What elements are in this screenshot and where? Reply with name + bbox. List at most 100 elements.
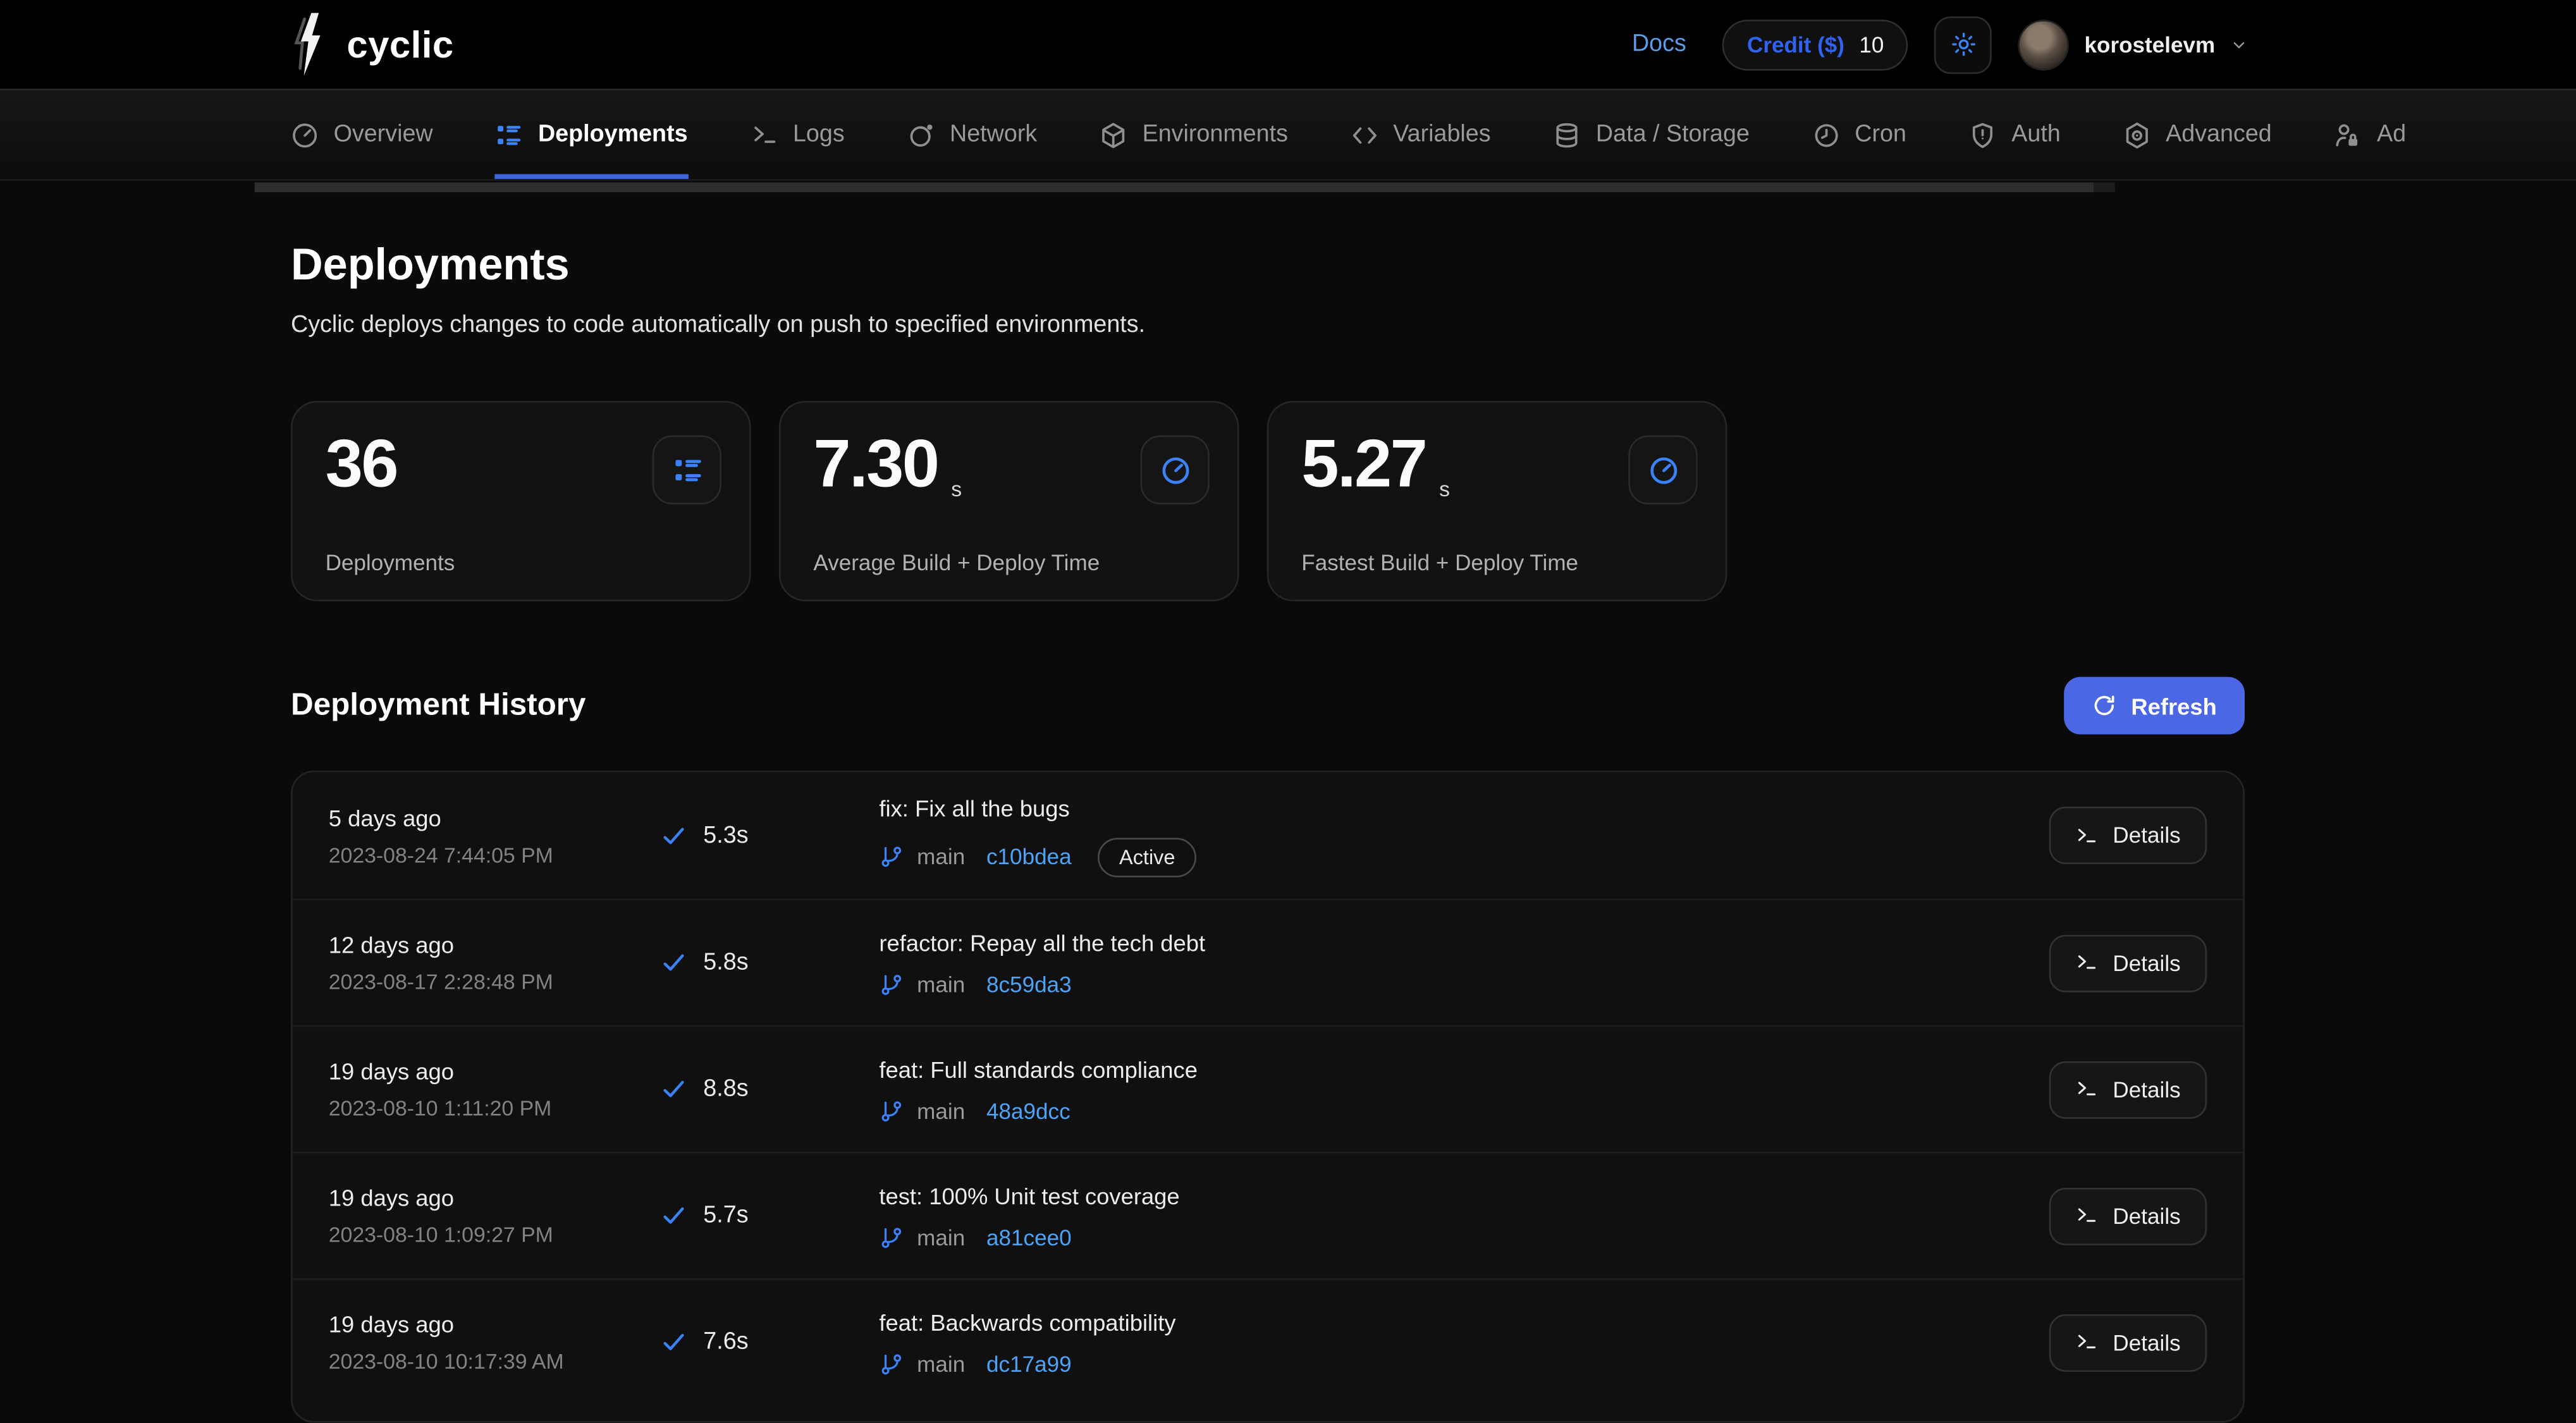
timer-icon-chip bbox=[1140, 435, 1210, 504]
commit-message: feat: Full standards compliance bbox=[879, 1055, 1198, 1082]
branch-name: main bbox=[917, 972, 966, 997]
cyclic-logo[interactable]: cyclic bbox=[291, 11, 454, 77]
timestamp: 2023-08-10 1:09:27 PM bbox=[328, 1222, 553, 1247]
check-icon bbox=[661, 1076, 687, 1102]
timestamp: 2023-08-10 10:17:39 AM bbox=[328, 1348, 564, 1374]
cube-icon bbox=[1100, 121, 1127, 149]
build-duration: 5.7s bbox=[703, 1202, 749, 1229]
git-branch-icon bbox=[879, 845, 904, 869]
details-label: Details bbox=[2113, 950, 2181, 975]
commit-hash-link[interactable]: 8c59da3 bbox=[986, 972, 1072, 996]
clock-icon bbox=[1812, 121, 1840, 149]
details-button[interactable]: Details bbox=[2049, 1187, 2207, 1245]
details-button[interactable]: Details bbox=[2049, 1313, 2207, 1371]
timestamp: 2023-08-24 7:44:05 PM bbox=[328, 841, 553, 867]
network-icon bbox=[907, 121, 935, 149]
tab-variables[interactable]: Variables bbox=[1351, 90, 1491, 179]
bolt-logo-icon bbox=[291, 11, 330, 77]
stat-label: Deployments bbox=[325, 550, 455, 575]
list-icon bbox=[495, 121, 523, 149]
scrollbar-thumb[interactable] bbox=[254, 182, 2094, 193]
credit-button[interactable]: Credit ($) 10 bbox=[1722, 18, 1909, 70]
relative-time: 19 days ago bbox=[328, 1310, 455, 1338]
tab-label: Environments bbox=[1142, 121, 1288, 148]
terminal-icon bbox=[2075, 951, 2098, 974]
history-header: Deployment History Refresh bbox=[290, 676, 2245, 735]
details-button[interactable]: Details bbox=[2049, 934, 2207, 992]
tab-logs[interactable]: Logs bbox=[750, 90, 845, 179]
commit-hash-link[interactable]: a81cee0 bbox=[986, 1225, 1072, 1249]
history-table: 5 days ago 2023-08-24 7:44:05 PM 5.3s fi… bbox=[290, 770, 2245, 1423]
credit-value: 10 bbox=[1859, 32, 1884, 57]
user-lock-icon bbox=[2334, 121, 2362, 149]
commit-message: feat: Backwards compatibility bbox=[879, 1308, 1176, 1335]
commit-hash-link[interactable]: 48a9dcc bbox=[986, 1098, 1070, 1123]
relative-time: 19 days ago bbox=[328, 1058, 455, 1085]
timer-icon bbox=[1159, 455, 1190, 486]
terminal-icon bbox=[750, 121, 778, 149]
app-window: cyclic Docs Credit ($) 10 korostelevm Ov… bbox=[0, 0, 2576, 1423]
main-content: Deployments Cyclic deploys changes to co… bbox=[0, 240, 2576, 1423]
build-duration: 7.6s bbox=[703, 1329, 749, 1356]
relative-time: 19 days ago bbox=[328, 1184, 455, 1211]
history-title: Deployment History bbox=[290, 687, 586, 723]
stat-label: Fastest Build + Deploy Time bbox=[1301, 550, 1579, 575]
git-branch-icon bbox=[879, 972, 904, 996]
deployment-row: 5 days ago 2023-08-24 7:44:05 PM 5.3s fi… bbox=[293, 772, 2243, 898]
tab-ad[interactable]: Ad bbox=[2334, 90, 2406, 179]
tab-environments[interactable]: Environments bbox=[1100, 90, 1288, 179]
stat-card: 36 Deployments bbox=[290, 401, 751, 602]
deployment-row: 19 days ago 2023-08-10 1:09:27 PM 5.7s t… bbox=[292, 1151, 2243, 1278]
check-icon bbox=[661, 1202, 687, 1229]
theme-toggle-button[interactable] bbox=[1935, 15, 1992, 73]
nav-tabs: Overview Deployments Logs Network Enviro… bbox=[0, 89, 2576, 181]
gauge-icon bbox=[291, 121, 319, 149]
refresh-icon bbox=[2092, 693, 2116, 718]
build-duration: 5.3s bbox=[703, 822, 749, 849]
stat-value: 36 bbox=[325, 425, 399, 501]
commit-message: test: 100% Unit test coverage bbox=[879, 1182, 1180, 1209]
details-button[interactable]: Details bbox=[2049, 1060, 2207, 1118]
user-menu[interactable]: korostelevm bbox=[2018, 18, 2248, 70]
list-icon-chip bbox=[652, 435, 721, 504]
refresh-button[interactable]: Refresh bbox=[2063, 676, 2245, 735]
tab-cron[interactable]: Cron bbox=[1812, 90, 1906, 179]
stat-card: 7.30 s Average Build + Deploy Time bbox=[778, 401, 1239, 602]
tab-label: Network bbox=[950, 121, 1038, 148]
details-label: Details bbox=[2113, 1077, 2181, 1102]
tab-auth[interactable]: Auth bbox=[1969, 90, 2061, 179]
details-button[interactable]: Details bbox=[2049, 807, 2207, 864]
tab-label: Logs bbox=[792, 121, 845, 148]
tab-label: Data / Storage bbox=[1595, 121, 1750, 148]
tab-network[interactable]: Network bbox=[907, 90, 1037, 179]
active-badge: Active bbox=[1098, 837, 1197, 877]
commit-hash-link[interactable]: dc17a99 bbox=[986, 1352, 1072, 1376]
tab-deployments[interactable]: Deployments bbox=[495, 90, 688, 180]
relative-time: 5 days ago bbox=[328, 804, 441, 831]
branch-name: main bbox=[917, 844, 966, 869]
tab-label: Variables bbox=[1393, 121, 1491, 148]
tab-overview[interactable]: Overview bbox=[291, 90, 433, 179]
deployment-row: 19 days ago 2023-08-10 1:11:20 PM 8.8s f… bbox=[292, 1025, 2243, 1152]
build-duration: 5.8s bbox=[703, 950, 749, 976]
commit-message: refactor: Repay all the tech debt bbox=[879, 929, 1206, 956]
page-title: Deployments bbox=[290, 240, 570, 290]
docs-link[interactable]: Docs bbox=[1632, 31, 1686, 58]
header-right-cluster: Docs Credit ($) 10 korostelevm bbox=[1632, 15, 2248, 73]
terminal-icon bbox=[2075, 1331, 2098, 1353]
logo-text: cyclic bbox=[347, 22, 454, 65]
username: korostelevm bbox=[2084, 32, 2216, 57]
git-branch-icon bbox=[879, 1225, 904, 1249]
tab-label: Deployments bbox=[537, 121, 688, 148]
list-icon bbox=[672, 455, 702, 486]
branch-name: main bbox=[917, 1351, 966, 1376]
tab-advanced[interactable]: Advanced bbox=[2123, 90, 2272, 179]
commit-hash-link[interactable]: c10bdea bbox=[986, 845, 1072, 869]
branch-name: main bbox=[917, 1225, 966, 1250]
check-icon bbox=[661, 950, 687, 976]
tab-data-storage[interactable]: Data / Storage bbox=[1553, 90, 1750, 179]
tab-label: Cron bbox=[1855, 121, 1906, 148]
stat-unit: s bbox=[951, 476, 962, 501]
timer-icon bbox=[1647, 455, 1678, 486]
tab-label: Overview bbox=[333, 121, 433, 148]
